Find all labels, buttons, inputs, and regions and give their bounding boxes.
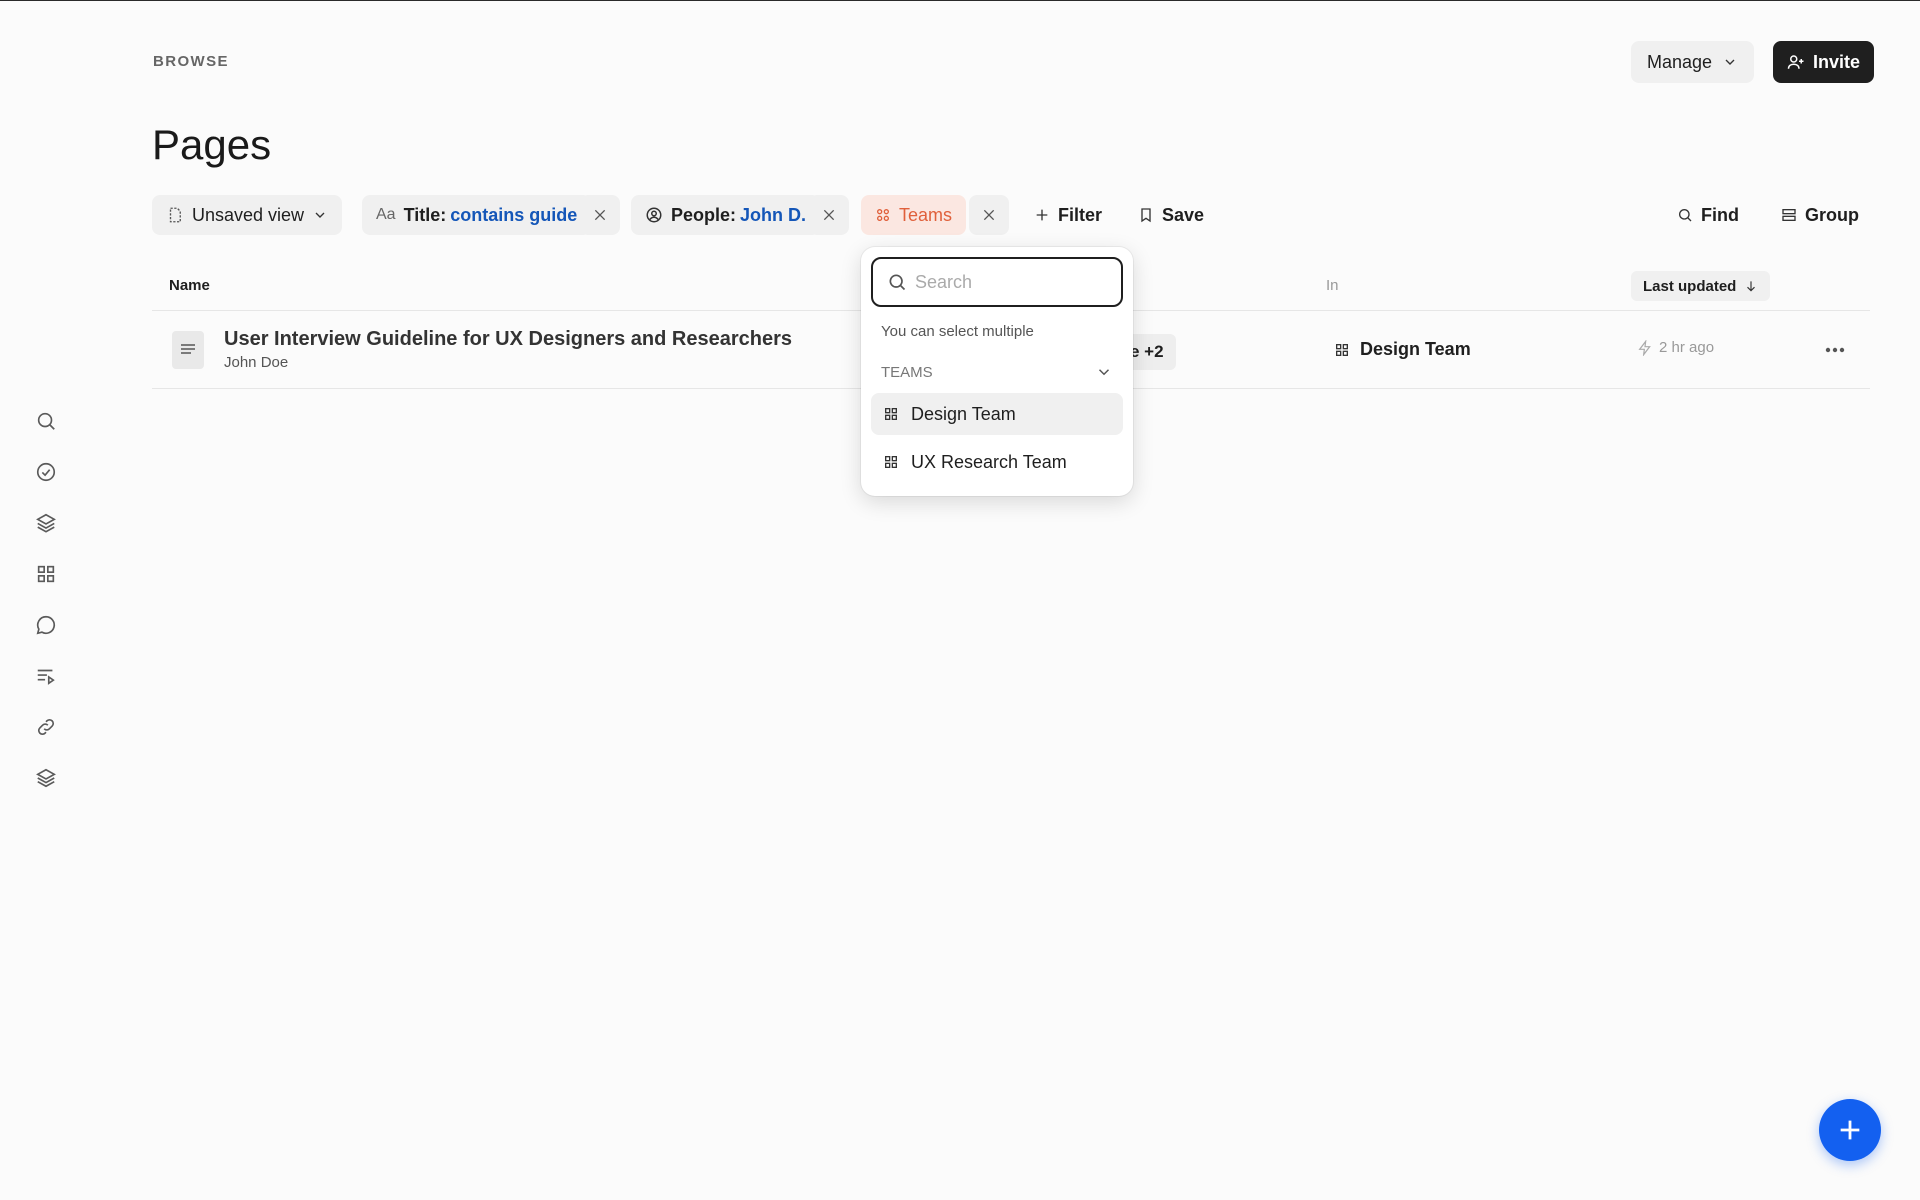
row-in-label: Design Team	[1360, 339, 1471, 359]
title-filter-value: contains guide	[450, 204, 578, 225]
view-selector[interactable]: Unsaved view	[152, 195, 343, 235]
grid-icon[interactable]	[26, 554, 66, 594]
teams-dropdown: You can select multiple TEAMS Design Tea…	[861, 247, 1133, 496]
more-horizontal-icon	[1825, 347, 1845, 353]
team-option-label: Design Team	[911, 403, 1016, 424]
link-icon[interactable]	[26, 707, 66, 747]
grid-icon	[885, 456, 897, 468]
dropdown-hint: You can select multiple	[881, 323, 1034, 340]
arrow-down-icon	[1747, 281, 1756, 292]
people-filter-key: People:	[671, 204, 737, 225]
left-sidebar	[26, 401, 66, 809]
page-title: Pages	[152, 121, 272, 168]
people-filter-value: John D.	[740, 204, 807, 225]
invite-label: Invite	[1813, 51, 1861, 72]
chevron-down-icon	[312, 207, 328, 223]
manage-label: Manage	[1647, 51, 1713, 72]
chevron-down-icon	[1098, 369, 1110, 376]
filter-label: Filter	[1058, 204, 1103, 225]
invite-button[interactable]: Invite	[1773, 41, 1875, 83]
text-type-icon: Aa	[376, 206, 396, 223]
title-filter-key: Title:	[403, 204, 447, 225]
list-play-icon[interactable]	[26, 656, 66, 696]
remove-people-filter-button[interactable]	[809, 195, 849, 235]
find-label: Find	[1701, 204, 1739, 225]
plus-icon	[1840, 1120, 1860, 1140]
dropdown-search[interactable]	[871, 257, 1123, 307]
column-header-last-updated: Last updated	[1643, 277, 1737, 295]
teams-filter-chip[interactable]: Teams	[861, 195, 967, 235]
row-updated: 2 hr ago	[1637, 339, 1714, 356]
view-label: Unsaved view	[192, 204, 305, 225]
close-icon	[823, 209, 835, 221]
check-circle-icon[interactable]	[26, 452, 66, 492]
at-person-icon	[645, 206, 663, 224]
title-filter-chip[interactable]: Aa Title: contains guide	[362, 195, 592, 235]
section-label: TEAMS	[881, 363, 933, 381]
remove-title-filter-button[interactable]	[580, 195, 620, 235]
group-label: Group	[1805, 204, 1859, 225]
people-overflow-badge: e +2	[1126, 334, 1176, 370]
close-icon	[594, 209, 606, 221]
teams-filter-label: Teams	[899, 204, 953, 225]
row-more-button[interactable]	[1820, 337, 1850, 363]
sort-last-updated-button[interactable]: Last updated	[1631, 271, 1771, 301]
search-icon	[889, 274, 906, 291]
group-rows-icon	[1782, 209, 1796, 221]
search-icon	[1679, 209, 1692, 222]
group-button[interactable]: Group	[1781, 195, 1859, 235]
teams-section-toggle[interactable]: TEAMS	[881, 363, 1113, 381]
page-icon	[166, 206, 184, 224]
plus-icon	[1036, 209, 1048, 221]
row-updated-label: 2 hr ago	[1659, 339, 1715, 356]
grid-icon	[1336, 343, 1348, 356]
section-label: BROWSE	[153, 53, 229, 70]
document-icon	[172, 331, 204, 369]
row-in-team[interactable]: Design Team	[1334, 339, 1471, 360]
stack-icon[interactable]	[26, 758, 66, 798]
add-filter-button[interactable]: Filter	[1034, 195, 1102, 235]
search-input[interactable]	[915, 271, 1105, 293]
bookmark-icon	[1141, 208, 1151, 223]
team-option-ux-research[interactable]: UX Research Team	[871, 441, 1123, 483]
team-option-design[interactable]: Design Team	[871, 393, 1123, 435]
grid-icon	[885, 408, 897, 420]
remove-teams-filter-button[interactable]	[969, 195, 1009, 235]
create-new-button[interactable]	[1819, 1099, 1881, 1161]
add-user-icon	[1787, 53, 1805, 71]
chat-bubble-icon[interactable]	[26, 605, 66, 645]
lightning-icon	[1638, 339, 1651, 356]
manage-button[interactable]: Manage	[1631, 41, 1755, 83]
layers-icon[interactable]	[26, 503, 66, 543]
save-view-button[interactable]: Save	[1138, 195, 1204, 235]
find-button[interactable]: Find	[1677, 195, 1739, 235]
column-header-in[interactable]: In	[1326, 277, 1339, 294]
team-option-label: UX Research Team	[911, 451, 1067, 472]
chevron-down-icon	[1722, 54, 1738, 70]
teams-grid-icon	[875, 207, 891, 223]
row-author: John Doe	[224, 354, 289, 371]
save-label: Save	[1162, 204, 1205, 225]
search-icon[interactable]	[26, 401, 66, 441]
row-title[interactable]: User Interview Guideline for UX Designer…	[224, 328, 792, 351]
people-filter-chip[interactable]: People: John D.	[631, 195, 821, 235]
column-header-name[interactable]: Name	[169, 277, 210, 294]
close-icon	[983, 209, 995, 221]
